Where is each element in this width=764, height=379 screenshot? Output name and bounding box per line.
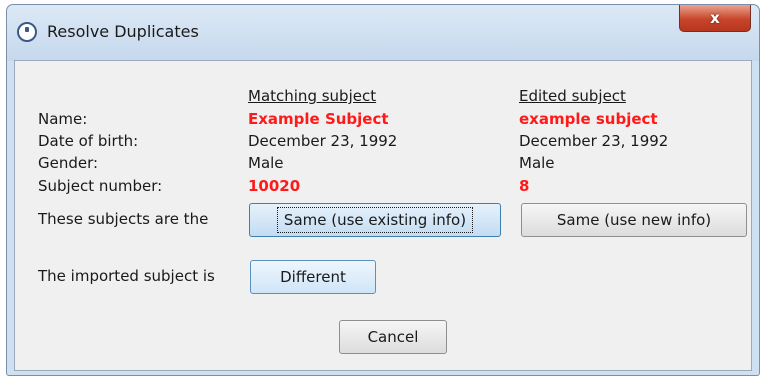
matching-gender-value: Male xyxy=(248,154,284,172)
window-title: Resolve Duplicates xyxy=(47,22,199,41)
edited-dob-value: December 23, 1992 xyxy=(519,132,669,150)
edited-gender-value: Male xyxy=(519,154,555,172)
app-icon xyxy=(17,22,37,42)
different-row-label: The imported subject is xyxy=(38,267,215,285)
edited-name-value: example subject xyxy=(519,110,658,128)
same-row-label: These subjects are the xyxy=(38,210,209,228)
dialog-body: Matching subject Edited subject Name: Da… xyxy=(14,60,752,371)
matching-name-value: Example Subject xyxy=(248,110,389,128)
resolve-duplicates-dialog: Resolve Duplicates x Matching subject Ed… xyxy=(6,4,760,376)
edited-subject-number-value: 8 xyxy=(519,177,530,195)
close-button[interactable]: x xyxy=(679,5,751,32)
same-use-existing-label: Same (use existing info) xyxy=(276,207,474,233)
gender-label: Gender: xyxy=(38,154,99,172)
matching-subject-header: Matching subject xyxy=(248,87,377,105)
same-use-new-button[interactable]: Same (use new info) xyxy=(521,203,747,237)
same-use-existing-button[interactable]: Same (use existing info) xyxy=(249,203,501,237)
title-bar[interactable]: Resolve Duplicates xyxy=(7,5,759,61)
cancel-button[interactable]: Cancel xyxy=(339,320,447,354)
edited-subject-header: Edited subject xyxy=(519,87,626,105)
name-label: Name: xyxy=(38,110,88,128)
matching-dob-value: December 23, 1992 xyxy=(248,132,398,150)
subject-number-label: Subject number: xyxy=(38,177,163,195)
matching-subject-number-value: 10020 xyxy=(248,177,301,195)
date-of-birth-label: Date of birth: xyxy=(38,132,139,150)
different-button[interactable]: Different xyxy=(250,260,376,294)
